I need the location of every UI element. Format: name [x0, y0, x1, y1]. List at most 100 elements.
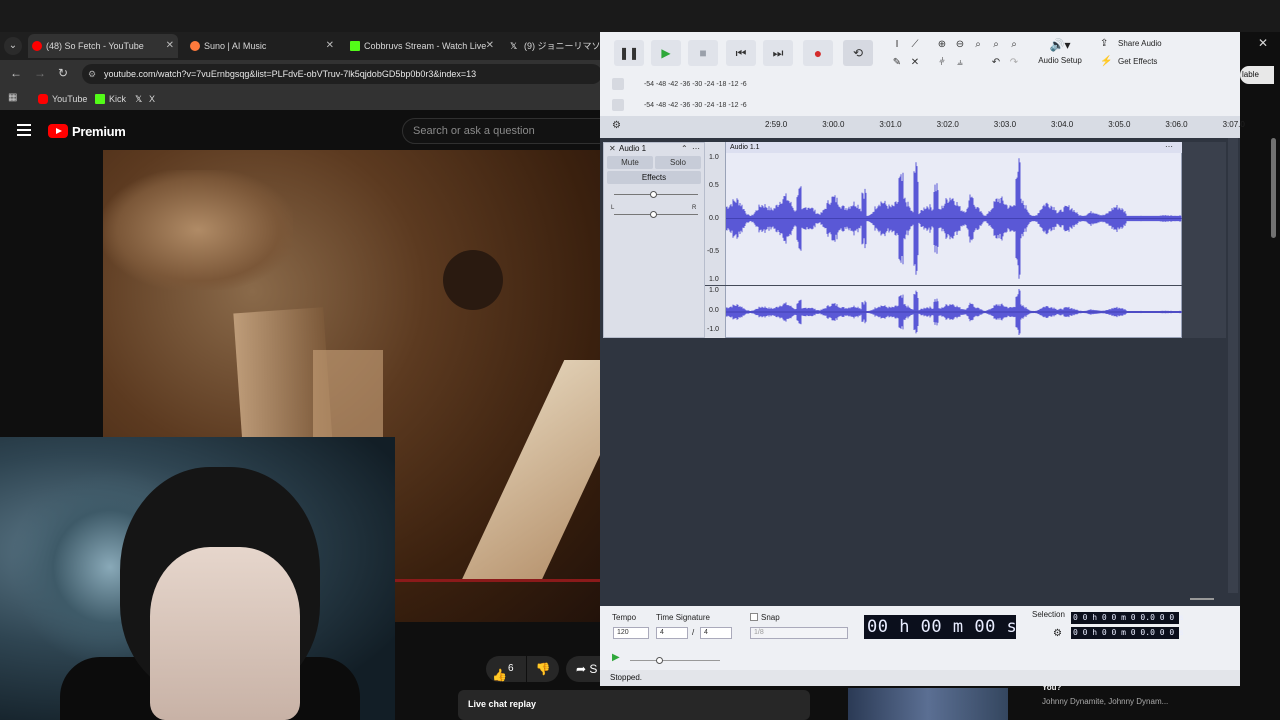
timeline-settings-icon[interactable]: ⚙ [612, 120, 621, 131]
scale-label: 0.0 [709, 307, 719, 314]
waveform-channel-right[interactable] [726, 287, 1182, 337]
selection-tool-icon[interactable]: I [890, 38, 904, 52]
search-input[interactable]: Search or ask a question [402, 118, 612, 144]
close-tab-icon[interactable]: ✕ [486, 34, 494, 58]
vertical-scrollbar[interactable] [1228, 138, 1238, 593]
record-meter[interactable]: -54 -48 -42 -36 -30 -24 -18 -12 -6 [612, 76, 792, 94]
effects-button[interactable]: Effects [607, 171, 701, 184]
get-effects-button[interactable]: ⚡ Get Effects [1100, 56, 1157, 68]
snap-select[interactable]: 1/8 [750, 627, 848, 639]
forward-arrow-icon[interactable]: → [34, 66, 46, 80]
share-audio-button[interactable]: ⇪ Share Audio [1100, 38, 1162, 50]
close-tab-icon[interactable]: ✕ [166, 34, 174, 58]
tab-title: Cobbruvs Stream - Watch Live [364, 41, 487, 51]
silence-icon[interactable]: ⫨ [953, 56, 967, 70]
video-frame-key [461, 360, 601, 580]
selection-start-time[interactable]: 0 0 h 0 0 m 0 0.0 0 0 s [1071, 612, 1184, 624]
tab-suno[interactable]: Suno | AI Music ✕ [186, 34, 338, 58]
track-menu-icon[interactable]: ⋯ [692, 144, 700, 153]
live-chat-replay-header[interactable]: Live chat replay [458, 690, 810, 720]
suno-favicon-icon [190, 41, 200, 51]
gain-slider-thumb[interactable] [650, 191, 657, 198]
ruler-tick-label: 3:01.0 [879, 120, 902, 129]
multi-tool-icon[interactable]: ✕ [908, 56, 922, 70]
mute-button[interactable]: Mute [607, 156, 653, 169]
horizontal-scrollbar[interactable] [1190, 598, 1214, 600]
timeline-ruler[interactable] [600, 116, 1240, 138]
tab-kick[interactable]: Cobbruvs Stream - Watch Live ✕ [346, 34, 498, 58]
url-input[interactable]: ⚙ youtube.com/watch?v=7vuErnbgsqg&list=P… [82, 64, 602, 84]
youtube-logo-icon[interactable] [48, 124, 68, 138]
skip-to-end-button[interactable]: ⏭ [763, 40, 793, 66]
scale-label: 1.0 [709, 154, 719, 161]
pause-button[interactable]: ❚❚ [614, 40, 644, 66]
thumbs-down-icon: 👎 [535, 662, 551, 676]
empty-track-region[interactable] [1182, 142, 1226, 338]
envelope-tool-icon[interactable]: ⟋ [908, 38, 922, 52]
share-button[interactable]: ➦ S [566, 656, 600, 682]
bookmark-youtube[interactable]: YouTube [38, 92, 87, 106]
skip-to-start-button[interactable]: ⏮ [726, 40, 756, 66]
solo-button[interactable]: Solo [655, 156, 701, 169]
bookmark-kick[interactable]: Kick [95, 92, 126, 106]
ruler-tick-label: 3:00.0 [822, 120, 845, 129]
play-button[interactable]: ▶ [651, 40, 681, 66]
close-track-icon[interactable]: ✕ [609, 144, 616, 153]
page-scrollbar[interactable] [1271, 138, 1276, 238]
zoom-in-icon[interactable]: ⊕ [935, 38, 949, 52]
back-arrow-icon[interactable]: ← [10, 66, 22, 80]
site-info-icon[interactable]: ⚙ [88, 64, 96, 84]
speaker-meter-icon [612, 99, 624, 112]
kick-icon [95, 94, 105, 104]
selection-end-time[interactable]: 0 0 h 0 0 m 0 0.0 0 0 s [1071, 627, 1184, 639]
time-display[interactable]: 00 h 00 m 00 s [864, 615, 1017, 639]
thumbs-up-icon: 👍 [492, 668, 507, 682]
tab-search-button[interactable]: ⌄ [4, 37, 22, 55]
subscribe-button[interactable]: lable [1240, 66, 1274, 84]
collapse-track-icon[interactable]: ⌃ [681, 144, 688, 153]
time-signature-numerator[interactable]: 4 [656, 627, 688, 639]
pan-slider-thumb[interactable] [650, 211, 657, 218]
audio-setup-button[interactable]: 🔊▾ Audio Setup [1037, 38, 1083, 70]
recommendation-thumbnail[interactable] [848, 688, 1008, 720]
share-audio-label: Share Audio [1118, 39, 1162, 48]
recommendation-channel[interactable]: Johnny Dynamite, Johnny Dynam... [1042, 697, 1168, 706]
apps-grid-icon[interactable]: ▦ [8, 92, 17, 103]
play-at-speed-icon[interactable]: ▶ [612, 652, 620, 663]
snap-checkbox[interactable] [750, 613, 758, 621]
stop-button[interactable]: ■ [688, 40, 718, 66]
zoom-toggle-icon[interactable]: ⌕ [1007, 38, 1021, 52]
speed-slider-thumb[interactable] [656, 657, 663, 664]
close-tab-icon[interactable]: ✕ [326, 34, 334, 58]
draw-tool-icon[interactable]: ✎ [890, 56, 904, 70]
scale-label: 0.0 [709, 215, 719, 222]
like-button[interactable]: 👍 6 [486, 656, 526, 682]
track-name[interactable]: Audio 1 [619, 144, 646, 153]
zoom-out-icon[interactable]: ⊖ [953, 38, 967, 52]
tab-x[interactable]: 𝕏 (9) ジョニーリマソ | 途都 [506, 34, 600, 58]
waveform-channel-left[interactable] [726, 153, 1182, 284]
close-icon[interactable]: ✕ [1258, 36, 1268, 50]
speed-slider[interactable] [630, 660, 720, 661]
bookmark-x[interactable]: 𝕏 X [135, 92, 155, 106]
clip-title[interactable]: Audio 1.1 [726, 142, 1182, 153]
time-signature-slash: / [692, 628, 695, 637]
trim-icon[interactable]: ⫩ [935, 56, 949, 70]
menu-icon[interactable] [17, 124, 31, 136]
fit-project-icon[interactable]: ⌕ [989, 38, 1003, 52]
playback-meter[interactable]: -54 -48 -42 -36 -30 -24 -18 -12 -6 [612, 97, 792, 115]
time-signature-denominator[interactable]: 4 [700, 627, 732, 639]
clip-menu-icon[interactable]: ⋯ [1165, 142, 1173, 151]
dislike-button[interactable]: 👎 [527, 656, 559, 682]
undo-icon[interactable]: ↶ [989, 56, 1003, 70]
redo-icon[interactable]: ↷ [1007, 56, 1021, 70]
record-button[interactable]: ● [803, 40, 833, 66]
tab-youtube[interactable]: (48) So Fetch - YouTube ✕ [28, 34, 178, 58]
share-icon: ➦ [576, 662, 587, 676]
selection-settings-icon[interactable]: ⚙ [1053, 628, 1062, 639]
fit-selection-icon[interactable]: ⌕ [971, 38, 985, 52]
loop-button[interactable]: ⟲ [843, 40, 873, 66]
tempo-input[interactable]: 120 [613, 627, 649, 639]
video-progress-bar[interactable] [395, 579, 600, 582]
reload-icon[interactable]: ↻ [58, 66, 68, 80]
